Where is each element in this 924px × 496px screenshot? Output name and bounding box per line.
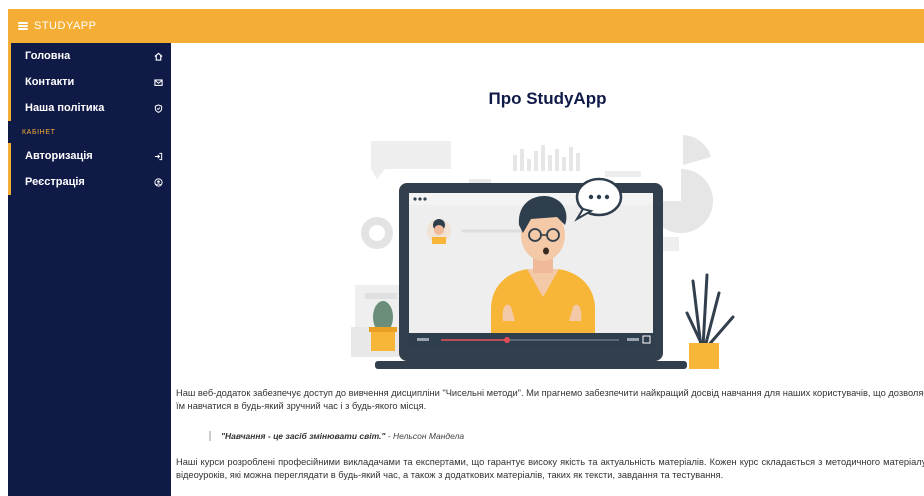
mail-icon [153,77,163,87]
sidebar-item-home[interactable]: Головна [8,43,171,69]
courses-paragraph: Наші курси розроблені професійними викла… [176,457,924,480]
register-icon [153,177,163,187]
shield-icon [153,103,163,113]
sidebar-item-label: Головна [25,50,71,62]
sidebar-item-policy[interactable]: Наша політика [8,95,171,121]
sidebar-item-label: Реєстрація [25,176,85,188]
sidebar-item-contacts[interactable]: Контакти [8,69,171,95]
quote-author: - Нельсон Мандела [385,431,465,441]
quote-block: "Навчання - це засіб змінювати світ." - … [209,431,464,441]
sidebar: Головна Контакти Наша політика КАБІНЕТ А… [8,43,171,496]
sidebar-item-login[interactable]: Авторизація [8,143,171,169]
page-title: Про StudyApp [488,89,607,108]
sidebar-item-label: Наша політика [25,102,105,114]
section-label-cabinet: КАБІНЕТ [22,128,56,136]
online-learning-illustration [351,135,735,369]
brand-name: STUDYAPP [34,20,97,32]
top-bar: STUDYAPP [8,9,924,43]
app-frame: STUDYAPP Головна Контакти Наша політика … [0,0,924,496]
quote-text: "Навчання - це засіб змінювати світ." [221,431,386,441]
logo-icon [18,22,28,30]
home-icon [153,51,163,61]
login-icon [153,151,163,161]
intro-paragraph: Наш веб-додаток забезпечує доступ до вив… [176,388,924,411]
main-content: Про StudyApp Наш веб-додаток забезпечує … [171,43,924,496]
sidebar-item-label: Авторизація [25,150,93,162]
sidebar-item-label: Контакти [25,76,75,88]
sidebar-item-register[interactable]: Реєстрація [8,169,171,195]
brand[interactable]: STUDYAPP [18,20,96,32]
